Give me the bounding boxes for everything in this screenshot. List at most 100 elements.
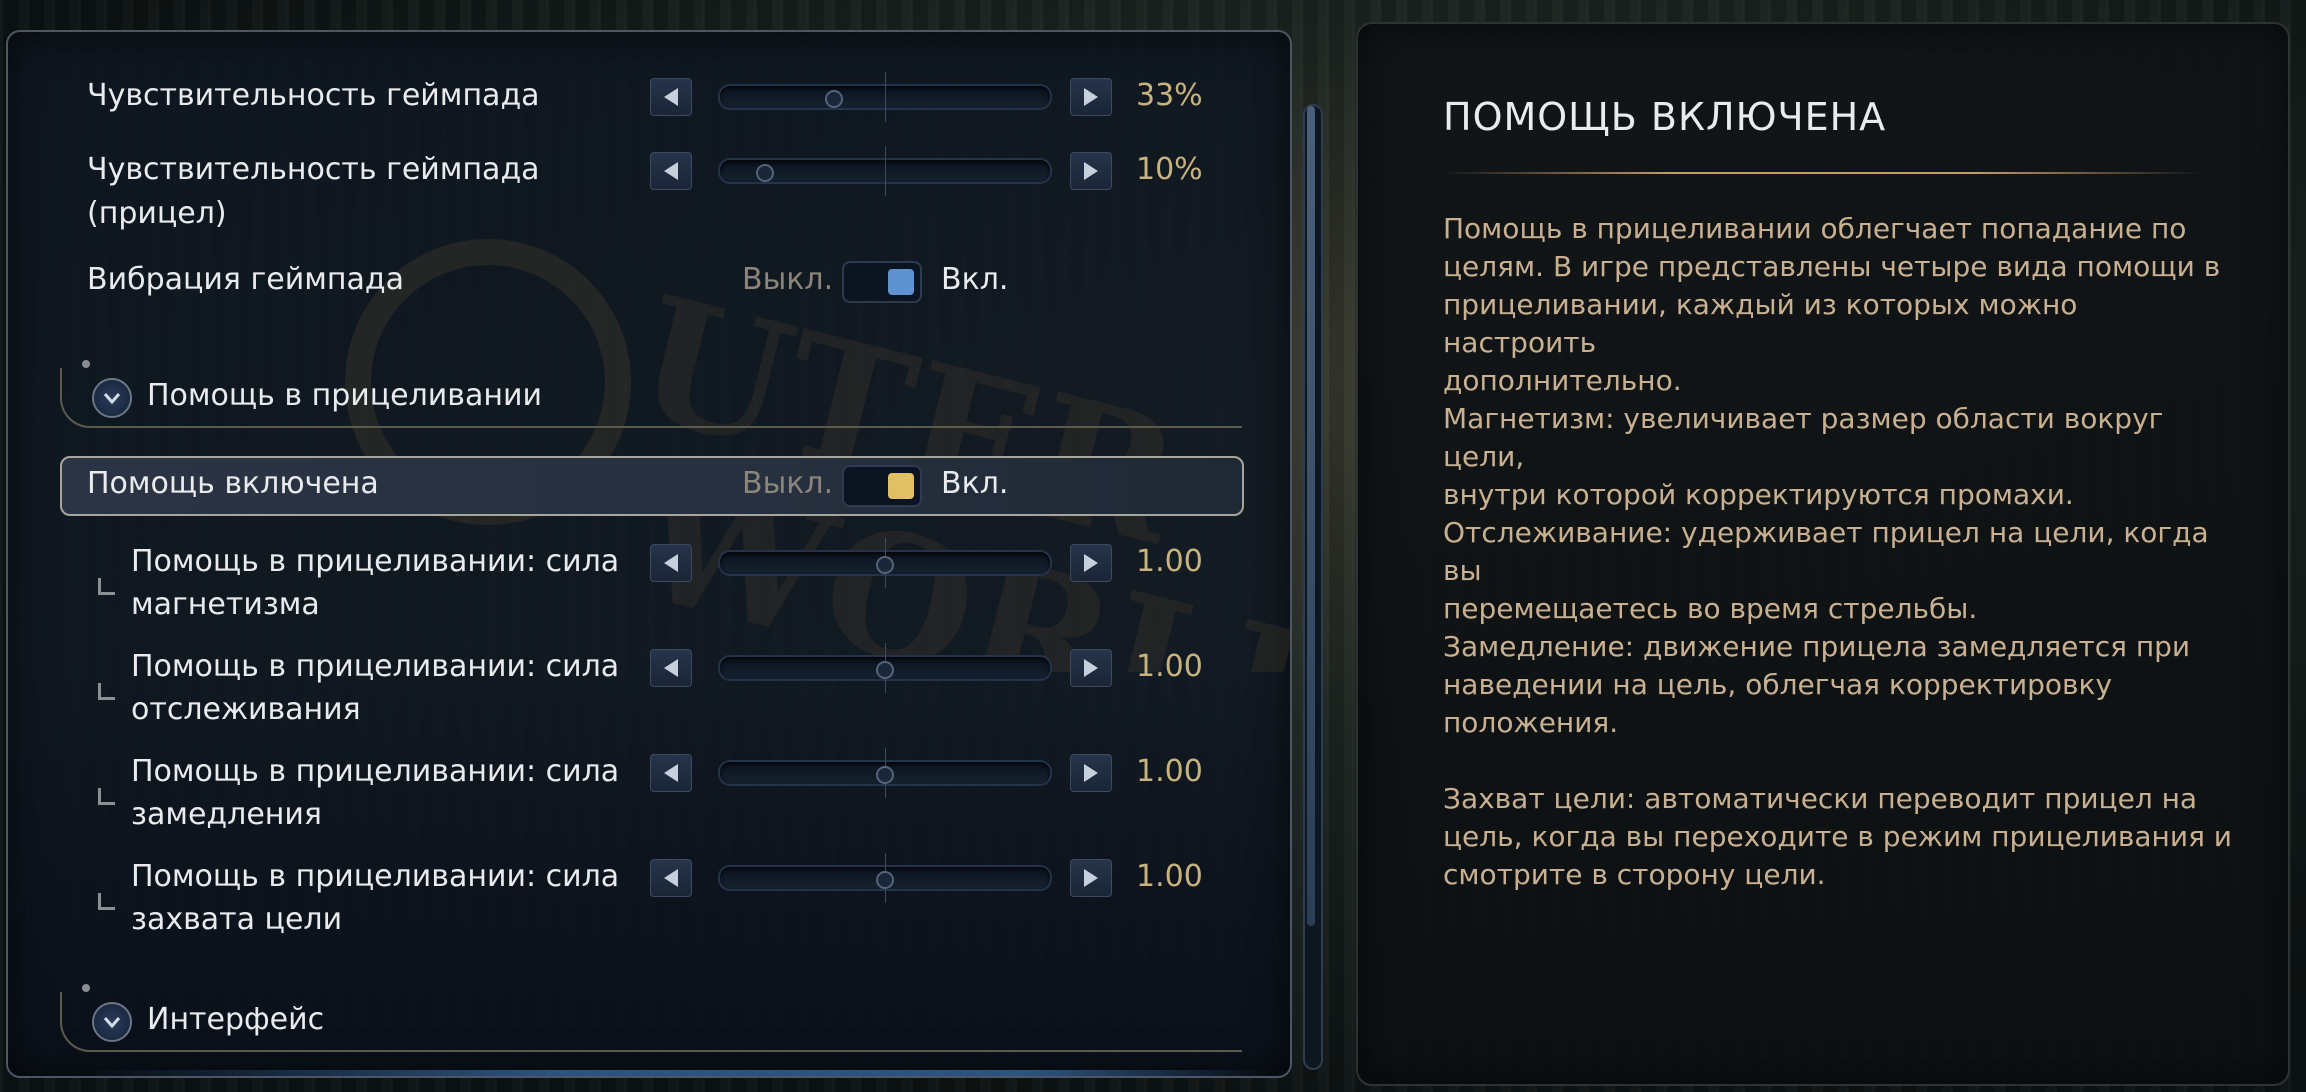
info-line: Отслеживание: удерживает прицел на цели,…	[1443, 516, 2209, 587]
info-panel: ПОМОЩЬ ВКЛЮЧЕНА Помощь в прицеливании об…	[1356, 22, 2290, 1086]
chevron-down-icon[interactable]	[92, 378, 132, 418]
section-bead	[82, 984, 90, 992]
sub-setting-label-line1: Помощь в прицеливании: сила	[131, 649, 620, 684]
info-line: Помощь в прицеливании облегчает попадани…	[1443, 212, 2187, 245]
slider-track[interactable]	[718, 643, 1052, 693]
settings-scrollbar[interactable]	[1303, 104, 1323, 1070]
slider-track[interactable]	[718, 538, 1052, 588]
decrease-button[interactable]	[650, 152, 692, 190]
sub-setting-label-line1: Помощь в прицеливании: сила	[131, 859, 620, 894]
triangle-left-icon	[664, 764, 678, 782]
info-line: целям. В игре представлены четыре вида п…	[1443, 250, 2221, 283]
toggle-indicator	[888, 473, 914, 499]
triangle-right-icon	[1084, 554, 1098, 572]
setting-value: 33%	[1136, 78, 1203, 113]
section-header-aim-assist[interactable]: Помощь в прицеливании	[60, 360, 1242, 428]
info-paragraph: Помощь в прицеливании облегчает попадани…	[1443, 210, 2233, 400]
info-line: Магнетизм: увеличивает размер области во…	[1443, 402, 2164, 473]
sub-item-marker	[98, 578, 115, 595]
slider-center-mark	[885, 146, 886, 196]
sub-setting-label-line2: магнетизма	[131, 587, 320, 622]
setting-label-line1: Чувствительность геймпада	[87, 152, 540, 187]
section-title: Помощь в прицеливании	[147, 378, 542, 413]
info-line: Замедление: движение прицела замедляется…	[1443, 630, 2191, 663]
info-line: дополнительно.	[1443, 364, 1682, 397]
setting-value: 1.00	[1136, 859, 1203, 894]
triangle-left-icon	[664, 659, 678, 677]
triangle-left-icon	[664, 162, 678, 180]
sub-item-marker	[98, 788, 115, 805]
setting-value: 1.00	[1136, 544, 1203, 579]
setting-label-line2: (прицел)	[87, 196, 227, 231]
info-paragraph: Захват цели: автоматически переводит при…	[1443, 780, 2233, 894]
settings-panel: UTER WORLDS Чувствительность геймпада 33…	[6, 30, 1292, 1078]
slider-knob[interactable]	[876, 556, 894, 574]
scrollbar-thumb[interactable]	[1307, 106, 1315, 926]
info-line: Захват цели: автоматически переводит при…	[1443, 782, 2198, 815]
vibration-toggle[interactable]	[842, 261, 922, 303]
decrease-button[interactable]	[650, 649, 692, 687]
increase-button[interactable]	[1070, 859, 1112, 897]
info-paragraph: Отслеживание: удерживает прицел на цели,…	[1443, 514, 2233, 628]
slider-knob[interactable]	[876, 871, 894, 889]
info-paragraph: Замедление: движение прицела замедляется…	[1443, 628, 2233, 742]
decrease-button[interactable]	[650, 754, 692, 792]
info-title: ПОМОЩЬ ВКЛЮЧЕНА	[1443, 95, 1887, 139]
increase-button[interactable]	[1070, 152, 1112, 190]
sub-setting-label-line2: захвата цели	[131, 902, 343, 937]
toggle-off-label[interactable]: Выкл.	[742, 462, 833, 506]
setting-value: 10%	[1136, 152, 1203, 187]
info-line: цель, когда вы переходите в режим прицел…	[1443, 820, 2233, 853]
setting-value: 1.00	[1136, 649, 1203, 684]
toggle-on-label[interactable]: Вкл.	[941, 462, 1008, 506]
slider-track[interactable]	[718, 853, 1052, 903]
sub-item-marker	[98, 683, 115, 700]
triangle-right-icon	[1084, 659, 1098, 677]
setting-label: Вибрация геймпада	[87, 262, 404, 297]
info-line: смотрите в сторону цели.	[1443, 858, 1826, 891]
slider-center-mark	[885, 72, 886, 122]
section-title: Интерфейс	[147, 1002, 325, 1037]
sub-item-marker	[98, 893, 115, 910]
triangle-right-icon	[1084, 88, 1098, 106]
sub-setting-label-line2: отслеживания	[131, 692, 361, 727]
chevron-down-icon[interactable]	[92, 1002, 132, 1042]
triangle-right-icon	[1084, 162, 1098, 180]
toggle-off-label[interactable]: Выкл.	[742, 258, 833, 302]
decrease-button[interactable]	[650, 78, 692, 116]
info-paragraph: Магнетизм: увеличивает размер области во…	[1443, 400, 2233, 514]
slider-knob[interactable]	[876, 766, 894, 784]
increase-button[interactable]	[1070, 649, 1112, 687]
triangle-right-icon	[1084, 869, 1098, 887]
triangle-left-icon	[664, 554, 678, 572]
slider-track[interactable]	[718, 72, 1052, 122]
toggle-indicator	[888, 269, 914, 295]
info-line: перемещаетесь во время стрельбы.	[1443, 592, 1978, 625]
info-line: положения.	[1443, 706, 1619, 739]
slider-knob[interactable]	[876, 661, 894, 679]
section-header-interface[interactable]: Интерфейс	[60, 984, 1242, 1052]
slider-track[interactable]	[718, 748, 1052, 798]
sub-setting-label-line2: замедления	[131, 797, 322, 832]
slider-track[interactable]	[718, 146, 1052, 196]
decrease-button[interactable]	[650, 544, 692, 582]
increase-button[interactable]	[1070, 544, 1112, 582]
info-divider	[1443, 172, 2203, 174]
increase-button[interactable]	[1070, 754, 1112, 792]
setting-label: Чувствительность геймпада	[87, 78, 540, 113]
decrease-button[interactable]	[650, 859, 692, 897]
setting-label: Помощь включена	[87, 466, 379, 501]
aim-assist-toggle[interactable]	[842, 465, 922, 507]
increase-button[interactable]	[1070, 78, 1112, 116]
slider-knob[interactable]	[825, 90, 843, 108]
setting-value: 1.00	[1136, 754, 1203, 789]
sub-setting-label-line1: Помощь в прицеливании: сила	[131, 754, 620, 789]
triangle-left-icon	[664, 869, 678, 887]
section-bead	[82, 360, 90, 368]
sub-setting-label-line1: Помощь в прицеливании: сила	[131, 544, 620, 579]
triangle-right-icon	[1084, 764, 1098, 782]
info-line: прицеливании, каждый из которых можно на…	[1443, 288, 2078, 359]
slider-knob[interactable]	[756, 164, 774, 182]
info-line: внутри которой корректируются промахи.	[1443, 478, 2074, 511]
toggle-on-label[interactable]: Вкл.	[941, 258, 1008, 302]
